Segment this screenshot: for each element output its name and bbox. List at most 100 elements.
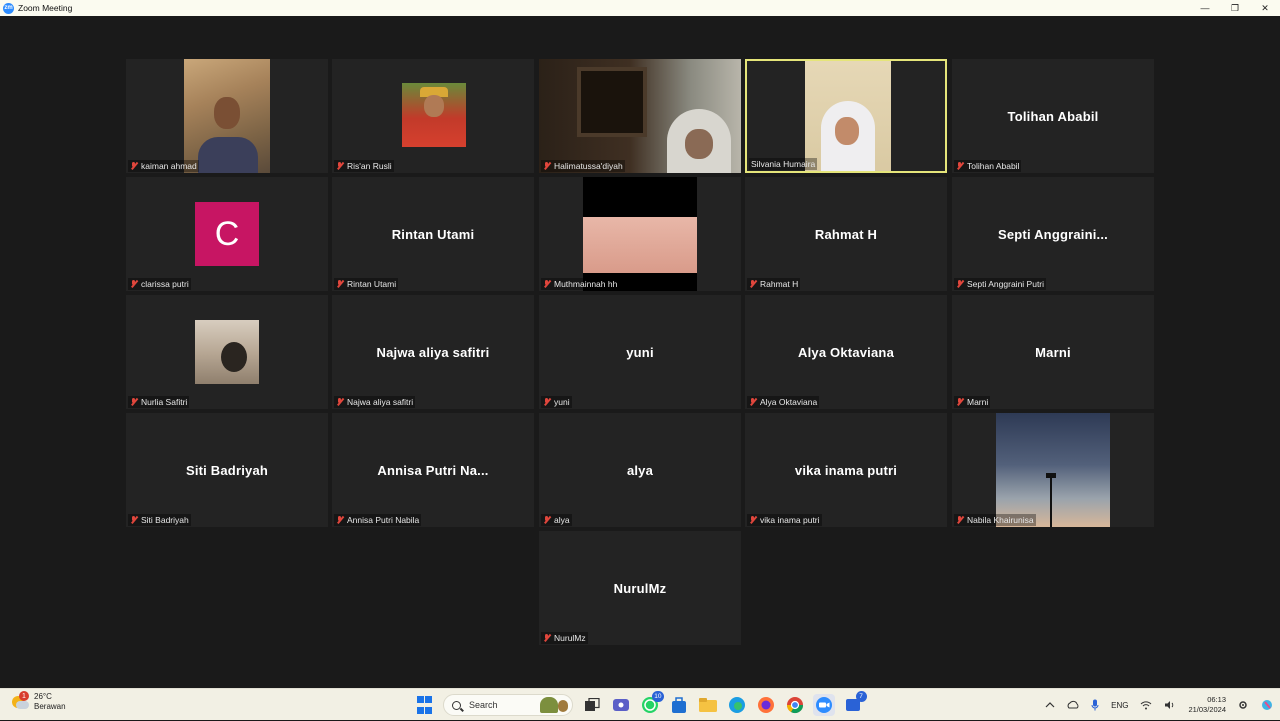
mic-muted-icon xyxy=(336,280,344,288)
minimize-button[interactable]: — xyxy=(1190,0,1220,16)
mic-muted-icon xyxy=(749,516,757,524)
participant-tile[interactable]: Najwa aliya safitri Najwa aliya safitri xyxy=(332,295,534,409)
microphone-icon[interactable] xyxy=(1091,699,1099,711)
participant-tile[interactable]: alya alya xyxy=(539,413,741,527)
mic-muted-icon xyxy=(336,162,344,170)
teams-chat-icon[interactable] xyxy=(610,694,632,716)
participant-label: Septi Anggraini Putri xyxy=(954,278,1047,290)
edge-browser-icon[interactable] xyxy=(726,694,748,716)
zoom-taskbar-icon[interactable] xyxy=(812,694,835,716)
participant-label: kaiman ahmad xyxy=(128,160,199,172)
mic-muted-icon xyxy=(956,280,964,288)
restore-button[interactable]: ❐ xyxy=(1220,0,1250,16)
participant-label: Siti Badriyah xyxy=(128,514,191,526)
window-title: Zoom Meeting xyxy=(18,3,73,13)
mic-muted-icon xyxy=(130,398,138,406)
participant-display-name: Rintan Utami xyxy=(391,226,475,242)
participant-video xyxy=(402,83,466,147)
search-icon xyxy=(452,700,461,710)
participant-display-name: Septi Anggraini... xyxy=(997,226,1108,242)
whatsapp-badge: 10 xyxy=(652,691,664,702)
participant-label: Marni xyxy=(954,396,991,408)
participant-name: Siti Badriyah xyxy=(141,515,189,525)
weather-widget[interactable]: 1 26°C Berawan xyxy=(10,691,66,712)
participant-display-name: yuni xyxy=(626,344,654,360)
participant-display-name: NurulMz xyxy=(613,580,667,596)
windows-start-icon[interactable] xyxy=(414,694,436,716)
participant-label: NurulMz xyxy=(541,632,588,644)
participant-label: Alya Oktaviana xyxy=(747,396,820,408)
microsoft-store-icon[interactable] xyxy=(668,694,690,716)
participant-tile[interactable]: Halimatussa'diyah xyxy=(539,59,741,173)
gear-notification-icon[interactable] xyxy=(1238,700,1248,710)
participant-tile[interactable]: NurulMz NurulMz xyxy=(539,531,741,645)
participant-name: alya xyxy=(554,515,570,525)
close-button[interactable]: ✕ xyxy=(1250,0,1280,16)
participant-label: clarissa putri xyxy=(128,278,191,290)
participant-tile[interactable]: Tolihan Ababil Tolihan Ababil xyxy=(952,59,1154,173)
participant-display-name: Tolihan Ababil xyxy=(1007,108,1099,124)
participant-display-name: Marni xyxy=(1035,344,1071,360)
mic-muted-icon xyxy=(130,516,138,524)
participant-tile[interactable]: vika inama putri vika inama putri xyxy=(745,413,947,527)
wifi-icon[interactable] xyxy=(1140,700,1152,710)
participant-tile[interactable]: Septi Anggraini... Septi Anggraini Putri xyxy=(952,177,1154,291)
participant-display-name: Alya Oktaviana xyxy=(797,344,894,360)
whatsapp-icon[interactable]: 10 xyxy=(639,691,664,716)
participant-tile[interactable]: Nabila Khairunisa xyxy=(952,413,1154,527)
participant-tile[interactable]: Rintan Utami Rintan Utami xyxy=(332,177,534,291)
taskbar-clock[interactable]: 06:13 21/03/2024 xyxy=(1188,695,1226,715)
participant-tile[interactable]: Siti Badriyah Siti Badriyah xyxy=(126,413,328,527)
windows-taskbar: 1 26°C Berawan Search 10 7 ENG 06:13 21/… xyxy=(0,688,1280,720)
participant-label: Rahmat H xyxy=(747,278,801,290)
firefox-icon[interactable] xyxy=(755,694,777,716)
volume-icon[interactable] xyxy=(1164,700,1176,710)
participant-display-name: Siti Badriyah xyxy=(185,462,269,478)
participant-name: vika inama putri xyxy=(760,515,820,525)
participant-label: Najwa aliya safitri xyxy=(334,396,416,408)
participant-tile[interactable]: yuni yuni xyxy=(539,295,741,409)
participant-name: Rintan Utami xyxy=(347,279,397,289)
system-tray: ENG 06:13 21/03/2024 xyxy=(1039,689,1280,721)
zoom-app-icon: zm xyxy=(3,2,14,14)
participant-name: clarissa putri xyxy=(141,279,189,289)
participant-video xyxy=(583,177,697,291)
participant-label: Ris'an Rusli xyxy=(334,160,394,172)
chevron-up-icon[interactable] xyxy=(1045,701,1055,709)
participant-tile[interactable]: Rahmat H Rahmat H xyxy=(745,177,947,291)
onedrive-sync-icon[interactable] xyxy=(1067,700,1079,710)
participant-tile-active-speaker[interactable]: Silvania Humaira xyxy=(745,59,947,173)
participant-label: alya xyxy=(541,514,572,526)
participant-tile[interactable]: Muthmainnah hh xyxy=(539,177,741,291)
participant-tile[interactable]: Ris'an Rusli xyxy=(332,59,534,173)
participant-tile[interactable]: Nurlia Safitri xyxy=(126,295,328,409)
participant-display-name: alya xyxy=(626,462,654,478)
participant-label: yuni xyxy=(541,396,572,408)
participant-label: Tolihan Ababil xyxy=(954,160,1022,172)
participant-video xyxy=(996,413,1110,527)
participant-tile[interactable]: C clarissa putri xyxy=(126,177,328,291)
mic-muted-icon xyxy=(543,516,551,524)
participant-video xyxy=(805,61,891,171)
language-indicator[interactable]: ENG xyxy=(1111,701,1128,710)
participant-avatar: C xyxy=(195,202,259,266)
taskbar-search[interactable]: Search xyxy=(443,694,573,716)
participant-tile[interactable]: Alya Oktaviana Alya Oktaviana xyxy=(745,295,947,409)
participant-label: Annisa Putri Nabila xyxy=(334,514,422,526)
store-app-icon[interactable]: 7 xyxy=(842,691,867,716)
participant-tile[interactable]: Annisa Putri Na... Annisa Putri Nabila xyxy=(332,413,534,527)
copilot-icon[interactable] xyxy=(1260,698,1274,712)
file-explorer-icon[interactable] xyxy=(697,694,719,716)
participant-video xyxy=(539,59,741,173)
task-view-icon[interactable] xyxy=(581,694,603,716)
mic-muted-icon xyxy=(336,398,344,406)
participant-name: Annisa Putri Nabila xyxy=(347,515,420,525)
participant-video xyxy=(195,320,259,384)
chrome-icon[interactable] xyxy=(784,694,806,716)
participant-tile[interactable]: Marni Marni xyxy=(952,295,1154,409)
participant-name: Rahmat H xyxy=(760,279,799,289)
participant-display-name: vika inama putri xyxy=(794,462,898,478)
participant-tile[interactable]: kaiman ahmad xyxy=(126,59,328,173)
mic-muted-icon xyxy=(543,162,551,170)
search-highlight-icon xyxy=(540,697,558,713)
